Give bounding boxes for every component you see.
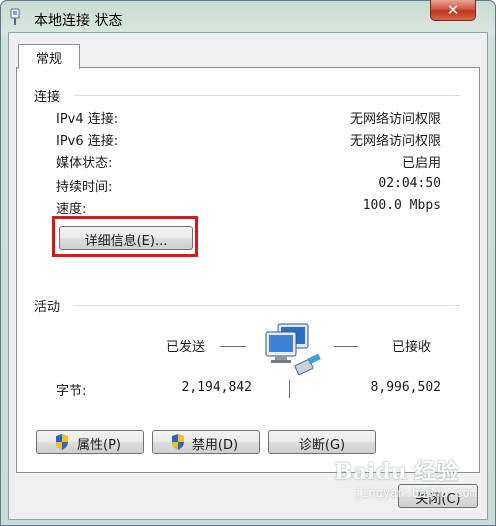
ipv4-label: IPv4 连接: xyxy=(56,112,119,127)
speed-value: 100.0 Mbps xyxy=(362,198,441,213)
watermark-text: Baidu 经验 xyxy=(334,459,459,485)
baidu-watermark: Baidu 经验 jingyan.baidu.com xyxy=(334,454,484,510)
media-state-label: 媒体状态: xyxy=(56,156,113,171)
window-network-icon xyxy=(10,8,20,25)
properties-button-label: 属性(P) xyxy=(77,438,121,453)
duration-value: 02:04:50 xyxy=(378,176,441,191)
disable-button[interactable]: 禁用(D) xyxy=(152,430,260,454)
media-state-value: 已启用 xyxy=(401,156,441,171)
tab-general-label: 常规 xyxy=(35,52,62,67)
ipv4-value: 无网络访问权限 xyxy=(349,112,441,127)
ipv6-label: IPv6 连接: xyxy=(56,134,119,149)
window-title: 本地连接 状态 xyxy=(34,13,123,29)
close-icon: ✕ xyxy=(446,1,460,19)
diagnose-button[interactable]: 诊断(G) xyxy=(268,430,376,454)
speed-label: 速度: xyxy=(56,202,87,217)
close-window-button[interactable]: ✕ xyxy=(430,0,476,21)
sent-label: 已发送 xyxy=(166,340,206,355)
diagnose-button-label: 诊断(G) xyxy=(298,438,346,453)
sent-connector-line xyxy=(220,346,246,347)
bytes-received-value: 8,996,502 xyxy=(370,380,441,395)
properties-button[interactable]: 属性(P) xyxy=(36,430,144,454)
ipv6-value: 无网络访问权限 xyxy=(349,134,441,149)
activity-heading: 活动 xyxy=(34,300,61,315)
connection-divider xyxy=(74,95,460,96)
received-label: 已接收 xyxy=(392,340,432,355)
disable-button-label: 禁用(D) xyxy=(191,438,239,453)
tab-general[interactable]: 常规 xyxy=(18,44,80,69)
tab-panel-general xyxy=(16,67,480,473)
bytes-sent-value: 2,194,842 xyxy=(181,380,252,395)
bytes-label: 字节: xyxy=(56,384,87,399)
details-button[interactable]: 详细信息(E)... xyxy=(59,226,193,250)
network-computers-icon xyxy=(265,323,321,376)
connection-heading: 连接 xyxy=(34,90,61,105)
activity-divider xyxy=(74,305,460,306)
watermark-url: jingyan.baidu.com xyxy=(354,486,477,500)
details-button-label: 详细信息(E)... xyxy=(84,234,168,249)
network-cable-line xyxy=(289,380,290,398)
duration-label: 持续时间: xyxy=(56,180,113,195)
received-connector-line xyxy=(334,346,358,347)
